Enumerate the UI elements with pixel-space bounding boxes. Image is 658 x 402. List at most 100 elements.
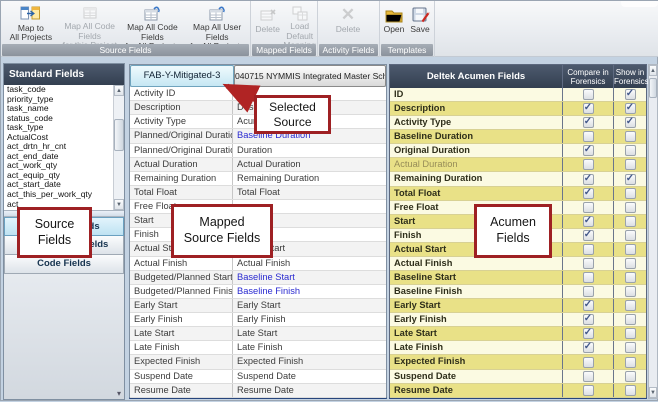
show-checkbox[interactable]: ✓ (625, 103, 636, 114)
mapping-row[interactable]: Actual DurationActual Duration (130, 158, 386, 172)
compare-checkbox[interactable] (583, 202, 594, 213)
acumen-row[interactable]: Description✓✓ (390, 102, 646, 116)
mapping-row[interactable]: Expected FinishExpected Finish (130, 355, 386, 369)
compare-checkbox[interactable]: ✓ (583, 103, 594, 114)
acumen-row[interactable]: Resume Date (390, 384, 646, 398)
compare-checkbox[interactable]: ✓ (583, 230, 594, 241)
show-checkbox[interactable] (625, 385, 636, 396)
show-checkbox[interactable] (625, 216, 636, 227)
acumen-row[interactable]: Suspend Date (390, 370, 646, 384)
mapping-row[interactable]: Late FinishLate Finish (130, 341, 386, 355)
mapping-row[interactable]: Late StartLate Start (130, 327, 386, 341)
scroll-up-button[interactable]: ▲ (649, 65, 657, 76)
mapped-field-cell[interactable]: Duration (233, 144, 386, 157)
compare-checkbox[interactable] (583, 272, 594, 283)
source-field-cell[interactable]: Total Float (130, 186, 233, 199)
acumen-row[interactable]: Baseline Finish (390, 285, 646, 299)
compare-checkbox[interactable]: ✓ (583, 300, 594, 311)
mapped-field-cell[interactable]: Suspend Date (233, 370, 386, 383)
show-checkbox[interactable] (625, 145, 636, 156)
mapped-field-cell[interactable]: Baseline Finish (233, 285, 386, 298)
show-checkbox[interactable] (625, 244, 636, 255)
mapping-row[interactable]: Budgeted/Planned StartBaseline Start (130, 271, 386, 285)
mapping-row[interactable]: Resume DateResume Date (130, 384, 386, 398)
source-field-cell[interactable]: Actual Duration (130, 158, 233, 171)
chevron-down-icon[interactable]: ▾ (117, 389, 121, 398)
show-checkbox[interactable] (625, 272, 636, 283)
show-checkbox[interactable]: ✓ (625, 174, 636, 185)
standard-fields-list[interactable]: task_codepriority_typetask_namestatus_co… (4, 85, 124, 210)
show-checkbox[interactable] (625, 188, 636, 199)
show-checkbox[interactable] (625, 202, 636, 213)
acumen-row[interactable]: Late Finish✓ (390, 341, 646, 355)
mapping-row[interactable]: Early StartEarly Start (130, 299, 386, 313)
mapped-field-cell[interactable]: Baseline Start (233, 271, 386, 284)
compare-checkbox[interactable] (583, 244, 594, 255)
show-checkbox[interactable] (625, 328, 636, 339)
compare-checkbox[interactable]: ✓ (583, 174, 594, 185)
show-checkbox[interactable] (625, 258, 636, 269)
save-template-button[interactable]: Save (407, 3, 433, 43)
show-checkbox[interactable] (625, 286, 636, 297)
source-field-cell[interactable]: Activity Type (130, 115, 233, 128)
compare-checkbox[interactable]: ✓ (583, 342, 594, 353)
compare-checkbox[interactable] (583, 258, 594, 269)
mapping-row[interactable]: Budgeted/Planned FinishBaseline Finish (130, 285, 386, 299)
mapped-field-cell[interactable]: Early Start (233, 299, 386, 312)
open-template-button[interactable]: Open (381, 3, 407, 43)
acumen-row[interactable]: Baseline Duration (390, 130, 646, 144)
delete-activity-field-button[interactable]: ✕ Delete (319, 3, 377, 43)
show-checkbox[interactable] (625, 159, 636, 170)
source-field-cell[interactable]: Budgeted/Planned Start (130, 271, 233, 284)
scroll-thumb[interactable] (114, 119, 124, 151)
map-to-all-projects-button[interactable]: Map to All Projects (2, 3, 60, 43)
source-field-cell[interactable]: Activity ID (130, 87, 233, 100)
source-field-cell[interactable]: Planned/Original Duration (130, 129, 233, 142)
compare-checkbox[interactable]: ✓ (583, 117, 594, 128)
mapped-field-cell[interactable]: Actual Finish (233, 257, 386, 270)
mapping-row[interactable]: Suspend DateSuspend Date (130, 370, 386, 384)
scroll-up-button[interactable]: ▲ (114, 85, 124, 96)
scroll-down-button[interactable]: ▼ (114, 199, 124, 210)
mapped-field-cell[interactable]: Total Float (233, 186, 386, 199)
source-field-cell[interactable]: Expected Finish (130, 355, 233, 368)
show-checkbox[interactable] (625, 371, 636, 382)
schedule-header-button[interactable]: 040715 NYMMIS Integrated Master Schedule (234, 65, 386, 87)
scroll-thumb[interactable] (649, 78, 657, 98)
show-checkbox[interactable] (625, 300, 636, 311)
source-field-cell[interactable]: Late Finish (130, 341, 233, 354)
selected-source-tab[interactable]: FAB-Y-Mitigated-3 (130, 65, 234, 87)
compare-checkbox[interactable] (583, 89, 594, 100)
map-user-fields-all-projects-button[interactable]: Map All User Fields for All Projects (185, 3, 249, 43)
mapped-field-cell[interactable]: Expected Finish (233, 355, 386, 368)
acumen-row[interactable]: Total Float✓ (390, 187, 646, 201)
mapping-row[interactable]: Actual FinishActual Finish (130, 257, 386, 271)
acumen-row[interactable]: ID✓ (390, 88, 646, 102)
mapping-row[interactable]: Total FloatTotal Float (130, 186, 386, 200)
source-field-cell[interactable]: Suspend Date (130, 370, 233, 383)
map-code-fields-this-project-button[interactable]: Map All Code Fields for this Project (60, 3, 120, 43)
compare-checkbox[interactable]: ✓ (583, 145, 594, 156)
compare-checkbox[interactable]: ✓ (583, 314, 594, 325)
show-checkbox[interactable]: ✓ (625, 89, 636, 100)
acumen-row[interactable]: Early Finish✓ (390, 313, 646, 327)
acumen-row[interactable]: Actual Duration (390, 158, 646, 172)
compare-checkbox[interactable] (583, 159, 594, 170)
acumen-row[interactable]: Baseline Start (390, 271, 646, 285)
acumen-row[interactable]: Early Start✓ (390, 299, 646, 313)
mapped-field-cell[interactable]: Resume Date (233, 384, 386, 397)
show-checkbox[interactable] (625, 131, 636, 142)
show-checkbox[interactable] (625, 314, 636, 325)
mapping-row[interactable]: Remaining DurationRemaining Duration (130, 172, 386, 186)
compare-checkbox[interactable] (583, 357, 594, 368)
show-checkbox[interactable] (625, 230, 636, 241)
compare-checkbox[interactable]: ✓ (583, 216, 594, 227)
source-field-cell[interactable]: Description (130, 101, 233, 114)
compare-checkbox[interactable]: ✓ (583, 188, 594, 199)
source-field-cell[interactable]: Remaining Duration (130, 172, 233, 185)
compare-checkbox[interactable] (583, 131, 594, 142)
map-code-fields-all-projects-button[interactable]: Map All Code Fields for All Projects (120, 3, 186, 43)
field-list-item[interactable]: act_this_per_work_qty (4, 190, 124, 200)
show-checkbox[interactable] (625, 357, 636, 368)
compare-checkbox[interactable] (583, 385, 594, 396)
